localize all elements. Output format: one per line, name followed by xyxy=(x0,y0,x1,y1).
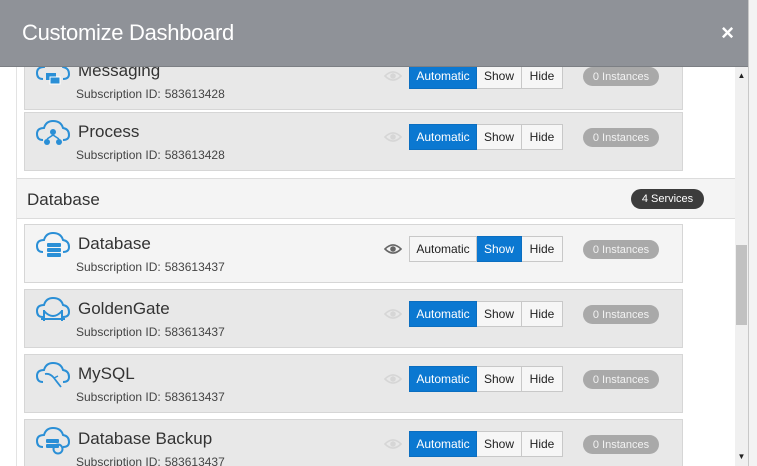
automatic-button[interactable]: Automatic xyxy=(409,236,477,262)
instances-badge: 0 Instances xyxy=(583,305,659,324)
view-mode-toggle: Automatic Show Hide xyxy=(409,431,563,457)
service-row-messaging: Messaging Subscription ID: 583613428 Auto… xyxy=(24,67,683,110)
cloud-messaging-icon xyxy=(36,67,70,85)
view-mode-toggle: Automatic Show Hide xyxy=(409,366,563,392)
eye-icon xyxy=(384,439,402,449)
automatic-button[interactable]: Automatic xyxy=(409,124,477,150)
automatic-button[interactable]: Automatic xyxy=(409,431,477,457)
hide-button[interactable]: Hide xyxy=(522,67,563,89)
modal-title: Customize Dashboard xyxy=(22,20,234,45)
customize-dashboard-modal: Customize Dashboard × Messaging Subscrip… xyxy=(0,0,749,466)
hide-button[interactable]: Hide xyxy=(522,236,563,262)
service-name: Messaging xyxy=(78,67,161,80)
subscription-text: Subscription ID: 583613428 xyxy=(76,148,225,162)
eye-icon xyxy=(384,71,402,81)
service-row-goldengate: GoldenGate Subscription ID: 583613437 Aut… xyxy=(24,289,683,348)
eye-icon xyxy=(384,309,402,319)
service-row-database: Database Subscription ID: 583613437 Autom… xyxy=(24,224,683,283)
show-button[interactable]: Show xyxy=(477,236,522,262)
view-mode-toggle: Automatic Show Hide xyxy=(409,67,563,89)
show-button[interactable]: Show xyxy=(477,124,522,150)
scroll-up-arrow-icon[interactable]: ▲ xyxy=(735,69,748,83)
automatic-button[interactable]: Automatic xyxy=(409,301,477,327)
close-button[interactable]: × xyxy=(721,22,734,44)
eye-icon xyxy=(384,244,402,254)
scroll-thumb[interactable] xyxy=(736,245,747,325)
view-mode-toggle: Automatic Show Hide xyxy=(409,301,563,327)
show-button[interactable]: Show xyxy=(477,301,522,327)
subscription-text: Subscription ID: 583613428 xyxy=(76,87,225,101)
subscription-text: Subscription ID: 583613437 xyxy=(76,260,225,274)
cloud-mysql-icon xyxy=(36,361,70,388)
cloud-database-icon xyxy=(36,231,70,257)
hide-button[interactable]: Hide xyxy=(522,431,563,457)
show-button[interactable]: Show xyxy=(477,431,522,457)
modal-header: Customize Dashboard × xyxy=(0,0,748,67)
automatic-button[interactable]: Automatic xyxy=(409,366,477,392)
service-name: Process xyxy=(78,122,140,141)
hide-button[interactable]: Hide xyxy=(522,124,563,150)
section-title: Database xyxy=(27,190,100,209)
service-name: MySQL xyxy=(78,364,135,383)
eye-icon xyxy=(384,374,402,384)
hide-button[interactable]: Hide xyxy=(522,301,563,327)
service-row-process: Process Subscription ID: 583613428 Automa… xyxy=(24,112,683,171)
cloud-backup-icon xyxy=(36,426,70,455)
service-name: Database xyxy=(78,234,151,253)
cloud-goldengate-icon xyxy=(36,296,70,321)
show-button[interactable]: Show xyxy=(477,366,522,392)
hide-button[interactable]: Hide xyxy=(522,366,563,392)
section-header-database: Database 4 Services xyxy=(17,178,735,219)
instances-badge: 0 Instances xyxy=(583,435,659,454)
service-name: GoldenGate xyxy=(78,299,170,318)
vertical-scrollbar[interactable]: ▲ ▼ xyxy=(735,67,748,466)
automatic-button[interactable]: Automatic xyxy=(409,67,477,89)
scroll-down-arrow-icon[interactable]: ▼ xyxy=(735,450,748,464)
eye-icon xyxy=(384,132,402,142)
service-row-mysql: MySQL Subscription ID: 583613437 Automati… xyxy=(24,354,683,413)
services-list[interactable]: Messaging Subscription ID: 583613428 Auto… xyxy=(16,67,736,466)
show-button[interactable]: Show xyxy=(477,67,522,89)
service-name: Database Backup xyxy=(78,429,213,448)
instances-badge: 0 Instances xyxy=(583,240,659,259)
instances-badge: 0 Instances xyxy=(583,370,659,389)
view-mode-toggle: Automatic Show Hide xyxy=(409,124,563,150)
subscription-text: Subscription ID: 583613437 xyxy=(76,325,225,339)
subscription-text: Subscription ID: 583613437 xyxy=(76,455,225,466)
cloud-process-icon xyxy=(36,119,70,145)
instances-badge: 0 Instances xyxy=(583,67,659,86)
view-mode-toggle: Automatic Show Hide xyxy=(409,236,563,262)
services-count-badge: 4 Services xyxy=(631,189,704,209)
subscription-text: Subscription ID: 583613437 xyxy=(76,390,225,404)
instances-badge: 0 Instances xyxy=(583,128,659,147)
background-page-edge xyxy=(748,0,757,466)
service-row-database-backup: Database Backup Subscription ID: 58361343… xyxy=(24,419,683,466)
